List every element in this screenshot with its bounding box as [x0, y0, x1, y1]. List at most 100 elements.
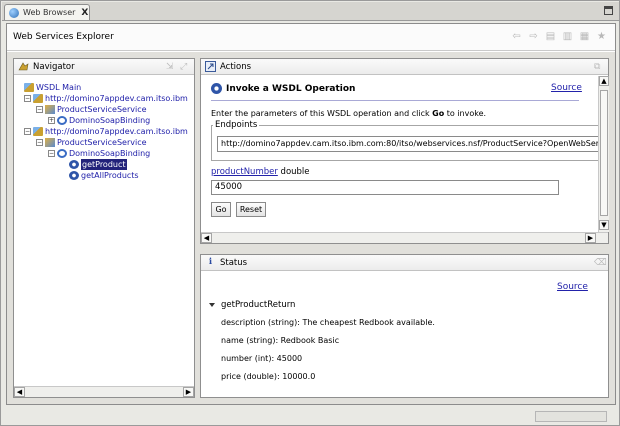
tree-node-label: DominoSoapBinding	[69, 149, 151, 158]
scroll-left-icon[interactable]: ◀	[14, 387, 25, 397]
actions-panel: Actions ⧉ Invoke a WSDL Operation Source…	[200, 58, 609, 244]
scroll-up-icon[interactable]: ▲	[599, 76, 609, 86]
instructions-text: Enter the parameters of this WSDL operat…	[211, 109, 487, 118]
collapse-toggle-icon[interactable]: −	[24, 95, 31, 102]
operation-icon	[69, 160, 79, 169]
endpoint-select[interactable]: http://domino7appdev.cam.itso.ibm.com:80…	[217, 136, 598, 152]
parameter-type: double	[280, 167, 310, 177]
tree-node-label: ProductServiceService	[57, 105, 147, 114]
actions-icon	[205, 61, 216, 72]
clear-status-icon[interactable]: ⌫	[594, 258, 607, 268]
status-source-link[interactable]: Source	[557, 282, 588, 292]
explorer-title: Web Services Explorer	[13, 32, 114, 42]
tree-node-label: getAllProducts	[81, 171, 139, 180]
result-price: price (double): 10000.0	[221, 372, 316, 381]
tree-node-label: http://domino7appdev.cam.itso.ibm	[45, 94, 188, 103]
scroll-thumb[interactable]	[600, 90, 608, 216]
globe-icon	[9, 7, 19, 18]
navigator-title: Navigator	[33, 61, 75, 72]
expand-arrow-icon[interactable]	[209, 303, 215, 307]
endpoints-label: Endpoints	[213, 120, 260, 130]
web-services-explorer: Web Services Explorer ⇦ ⇨ ▤ ▥ ▦ ★ Naviga…	[6, 23, 616, 405]
return-node[interactable]: getProductReturn	[209, 300, 295, 310]
heading-divider	[211, 100, 579, 101]
tree-node-label: DominoSoapBinding	[69, 116, 151, 125]
navigator-tree: WSDL Main − http://domino7appdev.cam.its…	[14, 76, 194, 381]
tree-node-service-1[interactable]: − ProductServiceService	[36, 104, 147, 115]
scroll-right-icon[interactable]: ▶	[585, 233, 596, 243]
navigator-icon	[18, 62, 29, 71]
close-tab-button[interactable]: X	[81, 8, 88, 18]
result-name: name (string): Redbook Basic	[221, 336, 340, 345]
editor-tab-bar: Web Browser X	[2, 2, 619, 21]
explorer-title-bar: Web Services Explorer ⇦ ⇨ ▤ ▥ ▦ ★	[7, 24, 615, 51]
service-icon	[45, 105, 55, 114]
invoke-operation-icon	[211, 83, 222, 94]
actions-header: Actions ⧉	[201, 59, 608, 75]
result-description: description (string): The cheapest Redbo…	[221, 318, 435, 327]
invoke-heading: Invoke a WSDL Operation	[211, 83, 355, 94]
uddi-page-icon[interactable]: ▤	[545, 31, 556, 42]
binding-icon	[57, 116, 67, 125]
status-title: Status	[220, 257, 248, 268]
maximize-icon[interactable]	[604, 6, 613, 15]
scroll-left-icon[interactable]: ◀	[201, 233, 212, 243]
tree-node-wsdl-2[interactable]: − http://domino7appdev.cam.itso.ibm	[24, 126, 188, 137]
collapse-toggle-icon[interactable]: −	[36, 139, 43, 146]
tree-node-label: WSDL Main	[36, 83, 82, 92]
status-content: Source getProductReturn description (str…	[201, 272, 608, 397]
tree-node-binding-2[interactable]: − DominoSoapBinding	[48, 148, 150, 159]
wsil-page-icon[interactable]: ▥	[562, 31, 573, 42]
reset-button[interactable]: Reset	[236, 202, 266, 217]
status-header: i Status ⌫	[201, 255, 608, 271]
restore-icon[interactable]: ⤢	[180, 62, 190, 72]
tree-node-service-2[interactable]: − ProductServiceService	[36, 137, 147, 148]
eclipse-window: Web Browser X Web Services Explorer ⇦ ⇨ …	[0, 0, 620, 426]
result-number: number (int): 45000	[221, 354, 303, 363]
wsdl-document-icon	[33, 94, 43, 103]
collapse-toggle-icon[interactable]: −	[36, 106, 43, 113]
explorer-toolbar: ⇦ ⇨ ▤ ▥ ▦ ★	[511, 31, 607, 42]
service-icon	[45, 138, 55, 147]
tree-node-label: ProductServiceService	[57, 138, 147, 147]
tree-node-get-all-products[interactable]: getAllProducts	[69, 170, 139, 181]
navigator-panel: Navigator ⇲ ⤢ WSDL Main − http://domino7…	[13, 58, 195, 398]
navigator-horizontal-scrollbar[interactable]: ◀ ▶	[14, 386, 194, 397]
tree-node-get-product[interactable]: getProduct	[69, 159, 127, 170]
wsdl-document-icon	[33, 127, 43, 136]
parameter-label: productNumber double	[211, 167, 310, 177]
tree-node-binding-1[interactable]: + DominoSoapBinding	[48, 115, 150, 126]
clear-navigator-icon[interactable]: ⇲	[166, 62, 176, 72]
tree-node-wsdl-1[interactable]: − http://domino7appdev.cam.itso.ibm	[24, 93, 188, 104]
explorer-body: Navigator ⇲ ⤢ WSDL Main − http://domino7…	[7, 52, 615, 404]
actions-vertical-scrollbar[interactable]: ▲ ▼	[598, 76, 609, 232]
scroll-right-icon[interactable]: ▶	[183, 387, 194, 397]
product-number-input[interactable]: 45000	[211, 180, 559, 195]
wsdl-page-icon[interactable]: ▦	[579, 31, 590, 42]
favorites-icon[interactable]: ★	[596, 31, 607, 42]
tab-web-browser[interactable]: Web Browser X	[4, 4, 90, 20]
actions-horizontal-scrollbar[interactable]: ◀ ▶	[201, 232, 608, 243]
back-icon[interactable]: ⇦	[511, 31, 522, 42]
window-status-bar	[2, 407, 619, 425]
expand-toggle-icon[interactable]: +	[48, 117, 55, 124]
collapse-toggle-icon[interactable]: −	[24, 128, 31, 135]
wsdl-main-icon	[24, 83, 34, 92]
forward-icon[interactable]: ⇨	[528, 31, 539, 42]
tree-node-label: http://domino7appdev.cam.itso.ibm	[45, 127, 188, 136]
status-panel: i Status ⌫ Source getProductReturn descr…	[200, 254, 609, 398]
tree-node-wsdl-main[interactable]: WSDL Main	[24, 82, 81, 93]
actions-content: Invoke a WSDL Operation Source Enter the…	[201, 76, 598, 232]
invoke-heading-text: Invoke a WSDL Operation	[226, 83, 356, 94]
product-number-link[interactable]: productNumber	[211, 167, 278, 177]
collapse-toggle-icon[interactable]: −	[48, 150, 55, 157]
scroll-down-icon[interactable]: ▼	[599, 220, 609, 230]
maximize-actions-icon[interactable]: ⧉	[594, 62, 604, 72]
binding-icon	[57, 149, 67, 158]
actions-source-link[interactable]: Source	[551, 83, 582, 93]
go-button[interactable]: Go	[211, 202, 231, 217]
tab-label: Web Browser	[23, 8, 76, 17]
info-icon: i	[208, 257, 213, 267]
progress-area	[535, 411, 607, 422]
return-label: getProductReturn	[221, 300, 296, 310]
